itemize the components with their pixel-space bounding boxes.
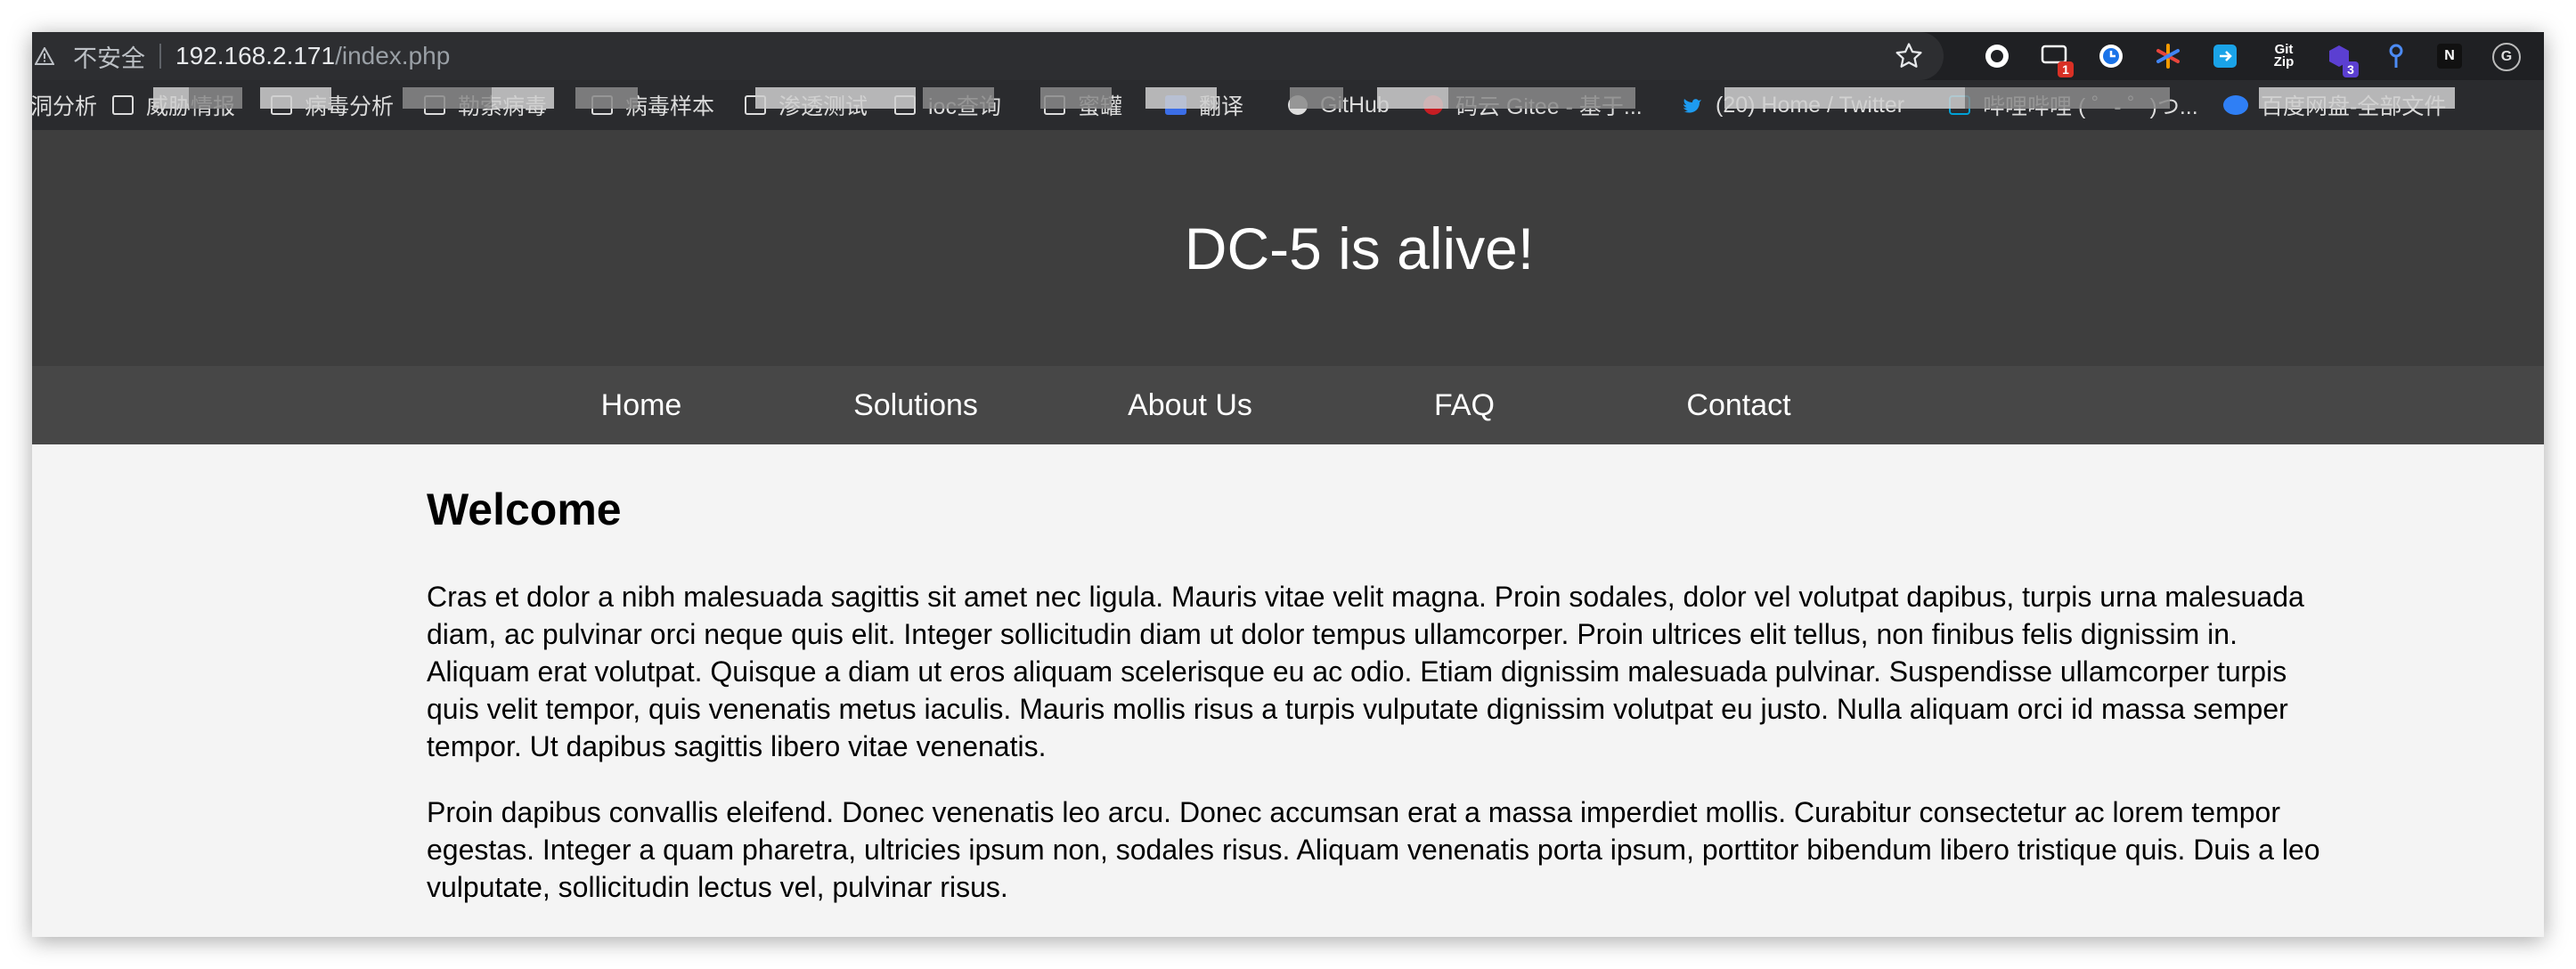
warning-icon[interactable]	[34, 45, 55, 67]
grammarly-extension-icon[interactable]: G	[2492, 43, 2521, 71]
redaction-blur	[492, 87, 554, 109]
bookmarks-bar: 洞分析 威胁情报 病毒分析 勒索病毒 病毒样本 渗透测试 ioc查询 蜜罐	[32, 80, 2544, 131]
redaction-blur	[1965, 87, 2170, 109]
address-bar[interactable]: 不安全 192.168.2.171/index.php	[32, 32, 1944, 80]
redaction-blur	[1724, 87, 1965, 109]
baidu-icon	[2223, 95, 2248, 115]
paragraph: Cras et dolor a nibh malesuada sagittis …	[427, 581, 2304, 762]
url-text[interactable]: 192.168.2.171/index.php	[175, 42, 450, 70]
paragraph: Proin dapibus convallis eleifend. Donec …	[427, 796, 2320, 903]
extension-badge: 1	[2058, 61, 2074, 77]
redaction-blur	[260, 87, 331, 109]
bookmark-label: 病毒样本	[625, 94, 715, 119]
browser-window: 不安全 192.168.2.171/index.php 1 Git Zip 3 …	[32, 32, 2544, 937]
extension-badge: 3	[2343, 61, 2359, 77]
nav-about-link[interactable]: About Us	[1083, 366, 1297, 444]
twitter-icon	[1682, 95, 1703, 115]
welcome-heading: Welcome	[427, 484, 622, 534]
bookmark-item[interactable]: 洞分析	[32, 80, 97, 130]
redaction-blur	[2259, 87, 2455, 109]
redaction-blur	[1377, 87, 1448, 109]
redaction-blur	[1290, 87, 1343, 109]
web-page: DC-5 is alive! Home Solutions About Us F…	[32, 130, 2544, 937]
grammarly-label: G	[2500, 49, 2513, 64]
share-extension-icon[interactable]	[2211, 42, 2239, 70]
site-title: DC-5 is alive!	[1184, 215, 1535, 281]
redaction-blur	[1448, 87, 1635, 109]
redaction-blur	[189, 87, 242, 109]
nav-home-link[interactable]: Home	[534, 366, 748, 444]
redaction-blur	[923, 87, 994, 109]
cube-extension-icon[interactable]: 3	[2325, 42, 2359, 77]
redaction-blur	[575, 87, 638, 109]
nav-solutions-link[interactable]: Solutions	[809, 366, 1023, 444]
redaction-blur	[755, 87, 916, 109]
nav-contact-link[interactable]: Contact	[1632, 366, 1846, 444]
circle-extension-icon[interactable]	[1983, 42, 2011, 70]
redaction-blur	[1040, 87, 1112, 109]
gitzip-extension-icon[interactable]: Git Zip	[2266, 42, 2302, 70]
pin-extension-icon[interactable]	[2382, 42, 2410, 70]
site-header: DC-5 is alive!	[32, 130, 2544, 366]
gitzip-label: Git Zip	[2273, 42, 2295, 69]
url-path: /index.php	[335, 42, 451, 69]
site-nav: Home Solutions About Us FAQ Contact	[32, 366, 2544, 444]
notion-label: N	[2444, 48, 2455, 63]
address-separator	[159, 44, 161, 69]
url-host: 192.168.2.171	[175, 42, 336, 69]
redaction-blur	[1145, 87, 1217, 109]
nav-faq-link[interactable]: FAQ	[1357, 366, 1571, 444]
toolbar: 不安全 192.168.2.171/index.php 1 Git Zip 3 …	[32, 32, 2544, 80]
notion-extension-icon[interactable]: N	[2437, 44, 2462, 69]
folder-icon	[112, 95, 134, 115]
redaction-blur	[403, 87, 492, 109]
redaction-blur	[153, 87, 189, 109]
screen-extension-icon[interactable]: 1	[2040, 42, 2074, 77]
main-content: Welcome Cras et dolor a nibh malesuada s…	[427, 444, 2333, 906]
not-secure-label[interactable]: 不安全	[73, 39, 145, 74]
bookmark-star-icon[interactable]	[1894, 41, 1924, 71]
bookmark-label: 洞分析	[32, 94, 98, 119]
asterisk-extension-icon[interactable]	[2154, 42, 2182, 70]
clock-extension-icon[interactable]	[2097, 42, 2125, 70]
